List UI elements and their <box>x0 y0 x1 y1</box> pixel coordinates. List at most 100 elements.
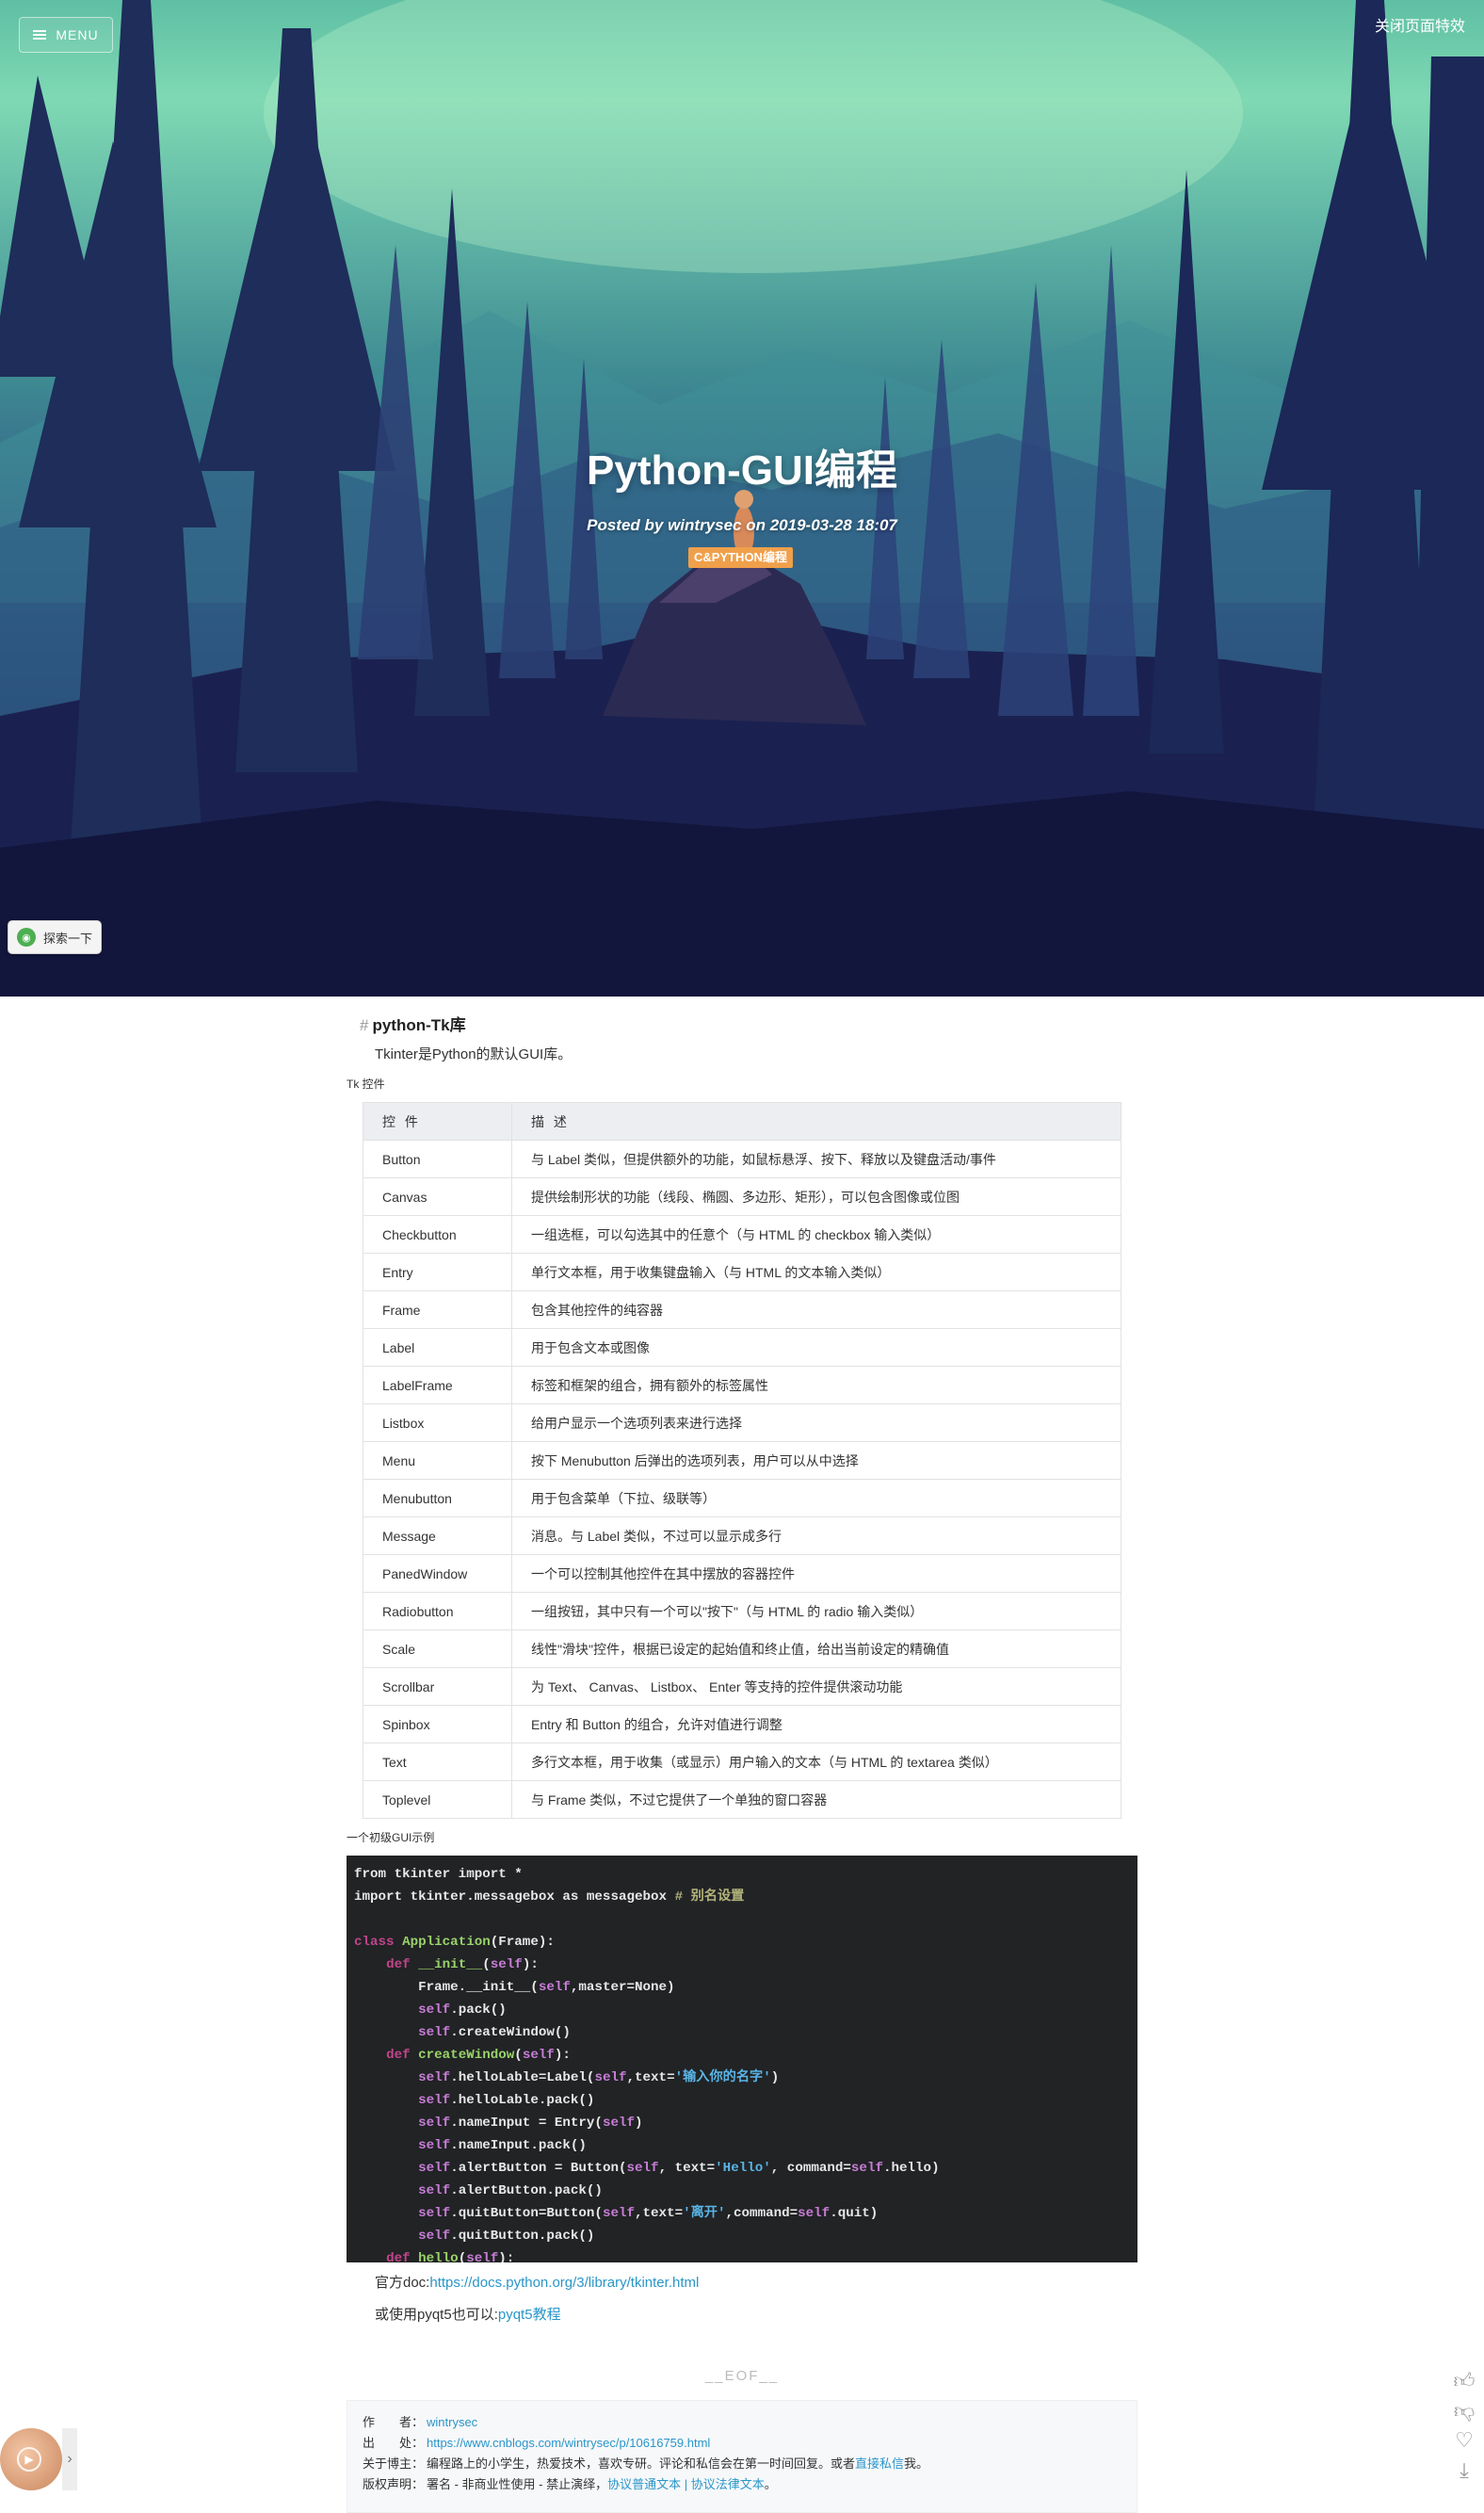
widget-name-cell: Message <box>363 1516 512 1555</box>
table-row: Scale 线性"滑块"控件，根据已设定的起始值和终止值，给出当前设定的精确值 <box>363 1629 1121 1668</box>
code-line: class Application(Frame): <box>354 1935 555 1950</box>
code-line: def __init__(self): <box>386 1957 539 1972</box>
widget-name-cell: Menubutton <box>363 1479 512 1517</box>
code-line: self.pack() <box>418 2002 507 2018</box>
license-link[interactable]: 协议普通文本 | 协议法律文本 <box>607 2477 765 2491</box>
post-info-box: 作 者： wintrysec 出 处： https://www.cnblogs.co… <box>347 2400 1137 2513</box>
widget-desc-cell: 线性"滑块"控件，根据已设定的起始值和终止值，给出当前设定的精确值 <box>511 1629 1121 1668</box>
code-line: from tkinter import * <box>354 1867 523 1882</box>
message-link[interactable]: 直接私信 <box>855 2456 904 2471</box>
anchor-icon[interactable]: # <box>360 1016 368 1034</box>
widget-name-cell: Spinbox <box>363 1705 512 1743</box>
widget-desc-cell: 一个可以控制其他控件在其中摆放的容器控件 <box>511 1554 1121 1593</box>
widget-desc-cell: 用于包含菜单（下拉、级联等） <box>511 1479 1121 1517</box>
music-player[interactable]: ▶ › <box>0 2428 77 2491</box>
widget-name-cell: LabelFrame <box>363 1366 512 1404</box>
download-icon[interactable]: ⤓ <box>1450 2456 1478 2485</box>
table-row: Text 多行文本框，用于收集（或显示）用户输入的文本（与 HTML 的 text… <box>363 1743 1121 1781</box>
table-row: Radiobutton 一组按钮，其中只有一个可以"按下"（与 HTML 的 ra… <box>363 1592 1121 1630</box>
table-row: Button 与 Label 类似，但提供额外的功能，如鼠标悬浮、按下、释放以及键… <box>363 1140 1121 1178</box>
widgets-table: 控 件 描 述 Button 与 Label 类似，但提供额外的功能，如鼠标悬浮、… <box>363 1102 1121 1819</box>
table-row: Menu 按下 Menubutton 后弹出的选项列表，用户可以从中选择 <box>363 1441 1121 1480</box>
chevron-right-icon[interactable]: › <box>62 2428 77 2490</box>
widget-desc-cell: 包含其他控件的纯容器 <box>511 1290 1121 1329</box>
pyqt-line: 或使用pyqt5也可以:pyqt5教程 <box>375 2304 561 2324</box>
code-line: self.alertButton.pack() <box>418 2183 603 2198</box>
post-meta: Posted by wintrysec on 2019-03-28 18:07 <box>587 516 897 534</box>
source-link[interactable]: https://www.cnblogs.com/wintrysec/p/1061… <box>427 2436 710 2450</box>
widget-name-cell: Radiobutton <box>363 1592 512 1630</box>
post-title: Python-GUI编程 <box>587 447 897 494</box>
code-line: self.nameInput.pack() <box>418 2138 587 2153</box>
about-tail: 我。 <box>904 2456 929 2471</box>
copyright-label: 版权声明： <box>363 2477 425 2491</box>
pyqt-link[interactable]: pyqt5教程 <box>498 2307 561 2323</box>
widget-desc-cell: 按下 Menubutton 后弹出的选项列表，用户可以从中选择 <box>511 1441 1121 1480</box>
table-row: Scrollbar 为 Text、 Canvas、 Listbox、 Enter … <box>363 1667 1121 1706</box>
album-cover: ▶ <box>0 2428 62 2490</box>
table-row: Spinbox Entry 和 Button 的组合，允许对值进行调整 <box>363 1705 1121 1743</box>
code-block[interactable]: from tkinter import * import tkinter.mes… <box>347 1856 1137 2262</box>
example-caption: 一个初级GUI示例 <box>347 1831 435 1844</box>
hero-banner: MENU 关闭页面特效 Python-GUI编程 Posted by wintr… <box>0 0 1484 997</box>
widget-name-cell: Button <box>363 1140 512 1178</box>
category-tag[interactable]: C&PYTHON编程 <box>688 547 793 568</box>
disable-effects-toggle[interactable]: 关闭页面特效 <box>1375 13 1465 36</box>
code-line: import tkinter.messagebox as messagebox … <box>354 1889 745 1905</box>
code-line: def hello(self): <box>386 2251 515 2262</box>
source-row: 出 处： https://www.cnblogs.com/wintrysec/p/… <box>363 2433 1137 2454</box>
table-header-cell: 描 述 <box>511 1102 1121 1141</box>
author-row: 作 者： wintrysec <box>363 2412 1137 2433</box>
table-row: Canvas 提供绘制形状的功能（线段、椭圆、多边形、矩形），可以包含图像或位图 <box>363 1177 1121 1216</box>
table-header-row: 控 件 描 述 <box>363 1102 1121 1141</box>
widget-desc-cell: 标签和框架的组合，拥有额外的标签属性 <box>511 1366 1121 1404</box>
widget-desc-cell: 多行文本框，用于收集（或显示）用户输入的文本（与 HTML 的 textarea… <box>511 1743 1121 1781</box>
about-row: 关于博主： 编程路上的小学生，热爱技术，喜欢专研。评论和私信会在第一时间回复。或者… <box>363 2454 1137 2474</box>
side-toolbar: 👍︎ 👎︎ ♡ ⤓ <box>1450 2366 1478 2487</box>
doc-link[interactable]: https://docs.python.org/3/library/tkinte… <box>429 2275 699 2291</box>
table-row: LabelFrame 标签和框架的组合，拥有额外的标签属性 <box>363 1366 1121 1404</box>
thumbs-down-icon[interactable]: 👎︎ <box>1450 2396 1478 2424</box>
author-link[interactable]: wintrysec <box>427 2415 477 2429</box>
compass-icon: ◉ <box>16 928 36 947</box>
copyright-row: 版权声明： 署名 - 非商业性使用 - 禁止演绎，协议普通文本 | 协议法律文本。 <box>363 2474 1137 2495</box>
table-row: Message 消息。与 Label 类似，不过可以显示成多行 <box>363 1516 1121 1555</box>
widget-name-cell: Scrollbar <box>363 1667 512 1706</box>
section-heading-text: python-Tk库 <box>372 1016 466 1034</box>
widget-desc-cell: 单行文本框，用于收集键盘输入（与 HTML 的文本输入类似） <box>511 1253 1121 1291</box>
code-line: Frame.__init__(self,master=None) <box>354 1980 675 1995</box>
widget-name-cell: Listbox <box>363 1403 512 1442</box>
widget-desc-cell: 提供绘制形状的功能（线段、椭圆、多边形、矩形），可以包含图像或位图 <box>511 1177 1121 1216</box>
hamburger-icon <box>33 30 47 40</box>
section-heading: # python-Tk库 <box>360 1012 466 1035</box>
widget-name-cell: PanedWindow <box>363 1554 512 1593</box>
about-label: 关于博主： <box>363 2456 425 2471</box>
code-line: self.quitButton=Button(self,text='离开',co… <box>418 2206 879 2221</box>
code-line: self.helloLable.pack() <box>418 2093 595 2108</box>
doc-prefix: 官方doc: <box>375 2275 430 2291</box>
code-line: def createWindow(self): <box>386 2048 571 2063</box>
code-line: self.quitButton.pack() <box>418 2229 595 2244</box>
widget-desc-cell: 与 Frame 类似，不过它提供了一个单独的窗口容器 <box>511 1780 1121 1819</box>
table-row: Toplevel 与 Frame 类似，不过它提供了一个单独的窗口容器 <box>363 1780 1121 1819</box>
table-row: Frame 包含其他控件的纯容器 <box>363 1290 1121 1329</box>
widget-name-cell: Toplevel <box>363 1780 512 1819</box>
widget-desc-cell: 消息。与 Label 类似，不过可以显示成多行 <box>511 1516 1121 1555</box>
thumbs-up-icon[interactable]: 👍︎ <box>1450 2366 1478 2394</box>
explore-button[interactable]: ◉ 探索一下 <box>8 920 102 954</box>
explore-label: 探索一下 <box>42 931 92 946</box>
doc-line: 官方doc:https://docs.python.org/3/library/… <box>375 2272 699 2292</box>
copyright-tail: 。 <box>764 2477 777 2491</box>
table-row: Checkbutton 一组选框，可以勾选其中的任意个（与 HTML 的 chec… <box>363 1215 1121 1254</box>
widget-name-cell: Entry <box>363 1253 512 1291</box>
heart-icon[interactable]: ♡ <box>1450 2426 1478 2455</box>
menu-button[interactable]: MENU <box>19 17 113 53</box>
widget-name-cell: Scale <box>363 1629 512 1668</box>
code-line: self.alertButton = Button(self, text='He… <box>418 2161 940 2176</box>
source-label: 出 处： <box>363 2436 425 2450</box>
pyqt-prefix: 或使用pyqt5也可以: <box>375 2307 498 2323</box>
widget-name-cell: Checkbutton <box>363 1215 512 1254</box>
table-row: Menubutton 用于包含菜单（下拉、级联等） <box>363 1479 1121 1517</box>
play-icon[interactable]: ▶ <box>17 2447 41 2472</box>
widget-desc-cell: 一组选框，可以勾选其中的任意个（与 HTML 的 checkbox 输入类似） <box>511 1215 1121 1254</box>
